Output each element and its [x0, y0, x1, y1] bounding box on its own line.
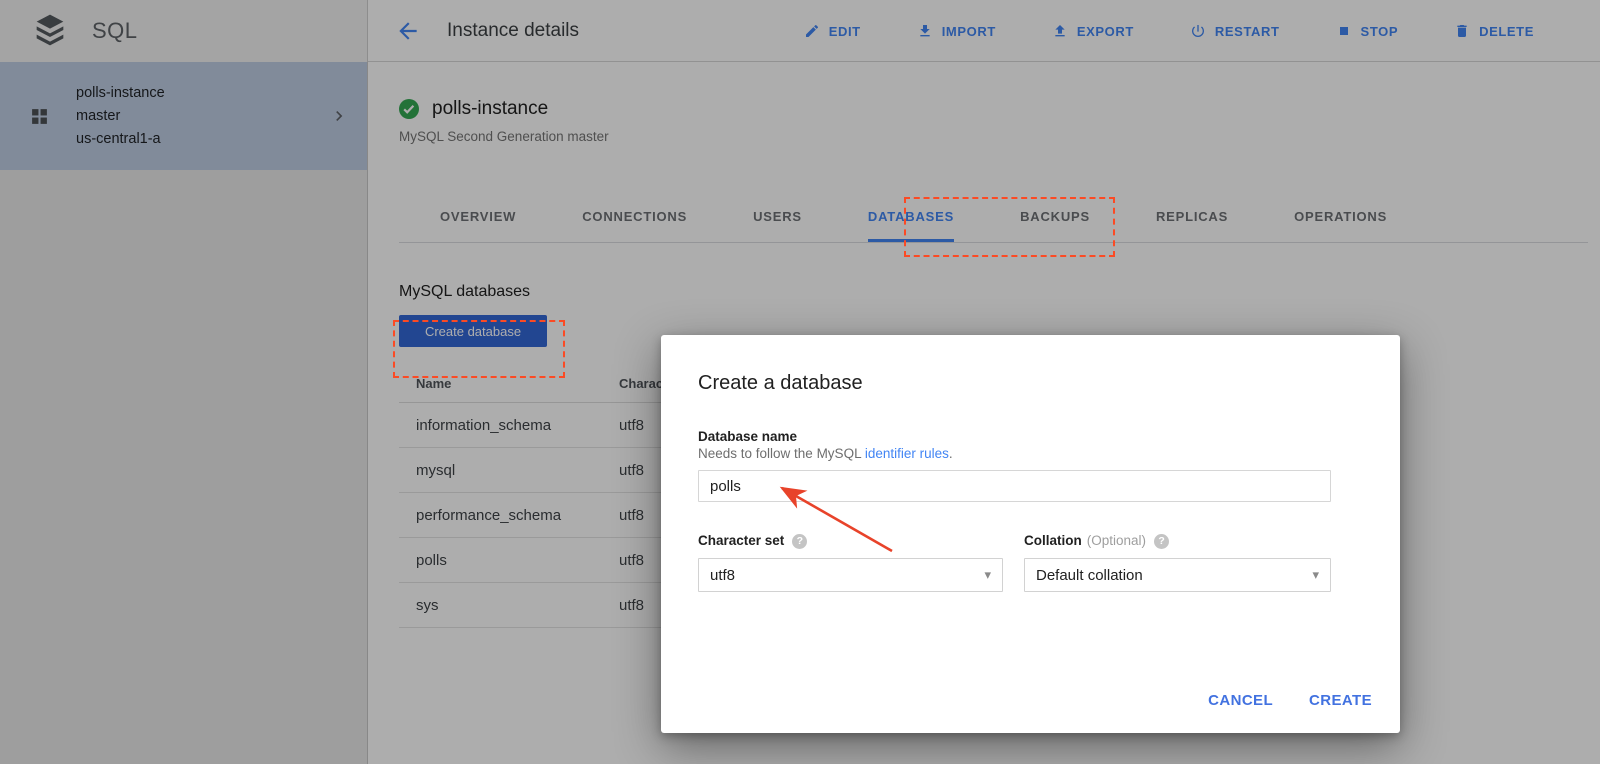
chevron-down-icon: ▾	[984, 567, 991, 583]
create-button[interactable]: CREATE	[1309, 692, 1372, 709]
dropdown-labels-row: Character set ? Collation (Optional) ?	[698, 532, 1400, 550]
collation-label: Collation	[1024, 532, 1082, 550]
dialog-footer: CANCEL CREATE	[1208, 692, 1372, 709]
collation-help-icon[interactable]: ?	[1154, 534, 1169, 549]
dialog-title: Create a database	[698, 371, 1400, 395]
database-name-help: Needs to follow the MySQL identifier rul…	[698, 445, 1400, 462]
charset-help-icon[interactable]: ?	[792, 534, 807, 549]
collation-select[interactable]: Default collation ▾	[1024, 558, 1331, 592]
charset-label-row: Character set ?	[698, 532, 1024, 550]
charset-label: Character set	[698, 532, 784, 550]
create-database-dialog: Create a database Database name Needs to…	[661, 335, 1400, 733]
charset-value: utf8	[710, 567, 735, 584]
chevron-down-icon: ▾	[1312, 567, 1319, 583]
collation-value: Default collation	[1036, 567, 1143, 584]
identifier-rules-link[interactable]: identifier rules	[865, 446, 949, 461]
collation-optional-label: (Optional)	[1087, 532, 1146, 550]
charset-select[interactable]: utf8 ▾	[698, 558, 1003, 592]
database-name-input[interactable]	[698, 470, 1331, 502]
database-name-label: Database name	[698, 428, 1400, 445]
help-text-suffix: .	[949, 446, 953, 461]
collation-label-row: Collation (Optional) ?	[1024, 532, 1331, 550]
cancel-button[interactable]: CANCEL	[1208, 692, 1273, 709]
help-text: Needs to follow the MySQL	[698, 446, 865, 461]
